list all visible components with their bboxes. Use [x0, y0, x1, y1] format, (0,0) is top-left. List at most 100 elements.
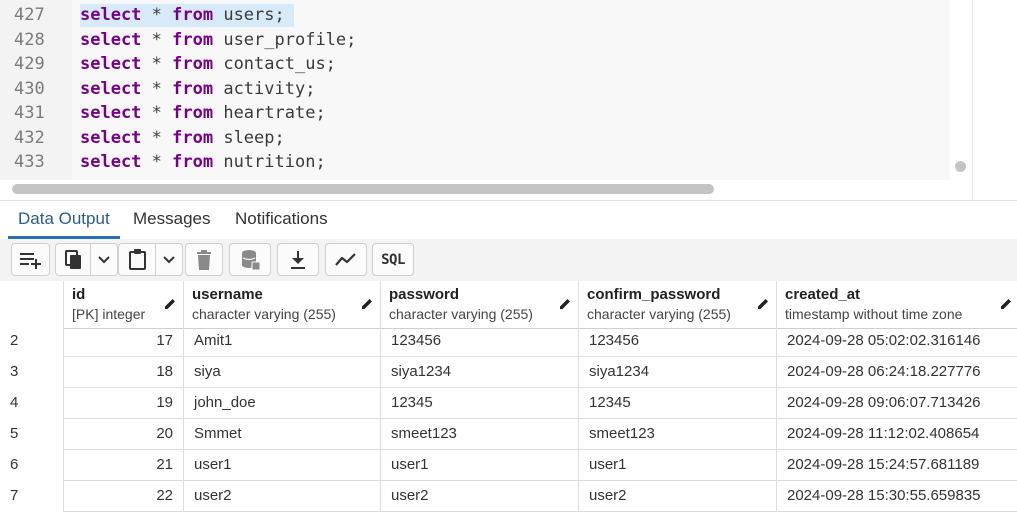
table-row[interactable]: 7 22 user2 user2 user2 2024-09-28 15:30:… [0, 481, 1017, 512]
cell-password[interactable]: 123456 [381, 326, 579, 357]
column-header-username[interactable]: username character varying (255) [184, 281, 381, 329]
tab-notifications[interactable]: Notifications [235, 209, 328, 229]
row-number[interactable]: 4 [0, 388, 64, 419]
column-type: [PK] integer [72, 306, 146, 322]
row-number[interactable]: 6 [0, 450, 64, 481]
save-data-icon [242, 249, 261, 270]
keyword-select: select [80, 79, 142, 99]
table-row[interactable]: 5 20 Smmet smeet123 smeet123 2024-09-28 … [0, 419, 1017, 450]
cell-id[interactable]: 22 [64, 481, 184, 512]
keyword-select: select [80, 103, 142, 123]
table-row[interactable]: 3 18 siya siya1234 siya1234 2024-09-28 0… [0, 357, 1017, 388]
column-name: password [389, 286, 460, 303]
paste-options-dropdown[interactable] [155, 243, 183, 276]
column-name: username [192, 286, 263, 303]
cell-id[interactable]: 21 [64, 450, 184, 481]
cell-password[interactable]: user2 [381, 481, 579, 512]
cell-confirm-password[interactable]: 123456 [579, 326, 777, 357]
column-name: confirm_password [587, 286, 721, 303]
cell-username[interactable]: Smmet [184, 419, 381, 450]
column-header-password[interactable]: password character varying (255) [381, 281, 579, 329]
table-name: contact_us; [213, 54, 336, 74]
table-row[interactable]: 2 17 Amit1 123456 123456 2024-09-28 05:0… [0, 326, 1017, 357]
paste-button[interactable] [118, 243, 156, 276]
keyword-from: from [172, 54, 214, 74]
column-type: timestamp without time zone [785, 306, 963, 322]
cell-username[interactable]: siya [184, 357, 381, 388]
cell-confirm-password[interactable]: 12345 [579, 388, 777, 419]
code-star: * [141, 79, 173, 99]
sql-button[interactable]: SQL [372, 243, 414, 276]
cell-username[interactable]: user2 [184, 481, 381, 512]
cell-created-at[interactable]: 2024-09-28 11:12:02.408654 [777, 419, 1017, 450]
line-number: 433 [14, 152, 45, 172]
vertical-scrollbar[interactable] [955, 161, 966, 172]
cell-confirm-password[interactable]: smeet123 [579, 419, 777, 450]
tab-messages[interactable]: Messages [133, 209, 210, 229]
row-number[interactable]: 3 [0, 357, 64, 388]
keyword-select: select [80, 5, 142, 25]
column-type: character varying (255) [192, 306, 336, 322]
copy-options-dropdown[interactable] [90, 243, 118, 276]
cell-created-at[interactable]: 2024-09-28 09:06:07.713426 [777, 388, 1017, 419]
code-star: * [141, 5, 173, 25]
column-type: character varying (255) [587, 306, 731, 322]
cell-username[interactable]: john_doe [184, 388, 381, 419]
cell-id[interactable]: 19 [64, 388, 184, 419]
row-number[interactable]: 5 [0, 419, 64, 450]
line-number: 431 [14, 103, 45, 123]
cell-username[interactable]: Amit1 [184, 326, 381, 357]
copy-button[interactable] [55, 243, 91, 276]
keyword-select: select [80, 54, 142, 74]
edit-pencil-icon[interactable] [999, 297, 1013, 311]
column-header-id[interactable]: id [PK] integer [64, 281, 184, 329]
edit-pencil-icon[interactable] [360, 297, 374, 311]
row-number[interactable]: 7 [0, 481, 64, 512]
horizontal-scrollbar[interactable] [12, 184, 714, 194]
cell-password[interactable]: 12345 [381, 388, 579, 419]
column-name: id [72, 286, 86, 303]
column-type: character varying (255) [389, 306, 533, 322]
keyword-from: from [172, 30, 214, 50]
column-header-confirm-password[interactable]: confirm_password character varying (255) [579, 281, 777, 329]
table-name: nutrition; [213, 152, 326, 172]
line-number: 432 [14, 128, 45, 148]
edit-pencil-icon[interactable] [756, 297, 770, 311]
tab-data-output[interactable]: Data Output [18, 209, 110, 229]
cell-username[interactable]: user1 [184, 450, 381, 481]
table-row[interactable]: 6 21 user1 user1 user1 2024-09-28 15:24:… [0, 450, 1017, 481]
delete-button[interactable] [185, 243, 223, 276]
cell-created-at[interactable]: 2024-09-28 15:30:55.659835 [777, 481, 1017, 512]
cell-confirm-password[interactable]: siya1234 [579, 357, 777, 388]
edit-pencil-icon[interactable] [163, 297, 177, 311]
row-number[interactable]: 2 [0, 326, 64, 357]
cell-password[interactable]: user1 [381, 450, 579, 481]
chevron-down-icon [98, 255, 110, 263]
graph-visualiser-button[interactable] [325, 243, 367, 276]
add-row-button[interactable] [11, 243, 50, 276]
cell-confirm-password[interactable]: user2 [579, 481, 777, 512]
download-button[interactable] [277, 243, 319, 276]
keyword-select: select [80, 152, 142, 172]
query-editor[interactable]: 427 select * from users; 428 select * fr… [0, 0, 972, 200]
edit-pencil-icon[interactable] [558, 297, 572, 311]
cell-created-at[interactable]: 2024-09-28 05:02:02.316146 [777, 326, 1017, 357]
keyword-select: select [80, 128, 142, 148]
chevron-down-icon [163, 255, 175, 263]
cell-id[interactable]: 17 [64, 326, 184, 357]
code-star: * [141, 54, 173, 74]
cell-id[interactable]: 18 [64, 357, 184, 388]
cell-created-at[interactable]: 2024-09-28 15:24:57.681189 [777, 450, 1017, 481]
cell-created-at[interactable]: 2024-09-28 06:24:18.227776 [777, 357, 1017, 388]
column-header-created-at[interactable]: created_at timestamp without time zone [777, 281, 1017, 329]
paste-icon [128, 248, 146, 270]
code-star: * [141, 30, 173, 50]
save-data-button[interactable] [229, 243, 271, 276]
cell-id[interactable]: 20 [64, 419, 184, 450]
copy-icon [64, 249, 81, 269]
row-number-header [0, 281, 64, 329]
cell-password[interactable]: smeet123 [381, 419, 579, 450]
table-row[interactable]: 4 19 john_doe 12345 12345 2024-09-28 09:… [0, 388, 1017, 419]
cell-password[interactable]: siya1234 [381, 357, 579, 388]
cell-confirm-password[interactable]: user1 [579, 450, 777, 481]
